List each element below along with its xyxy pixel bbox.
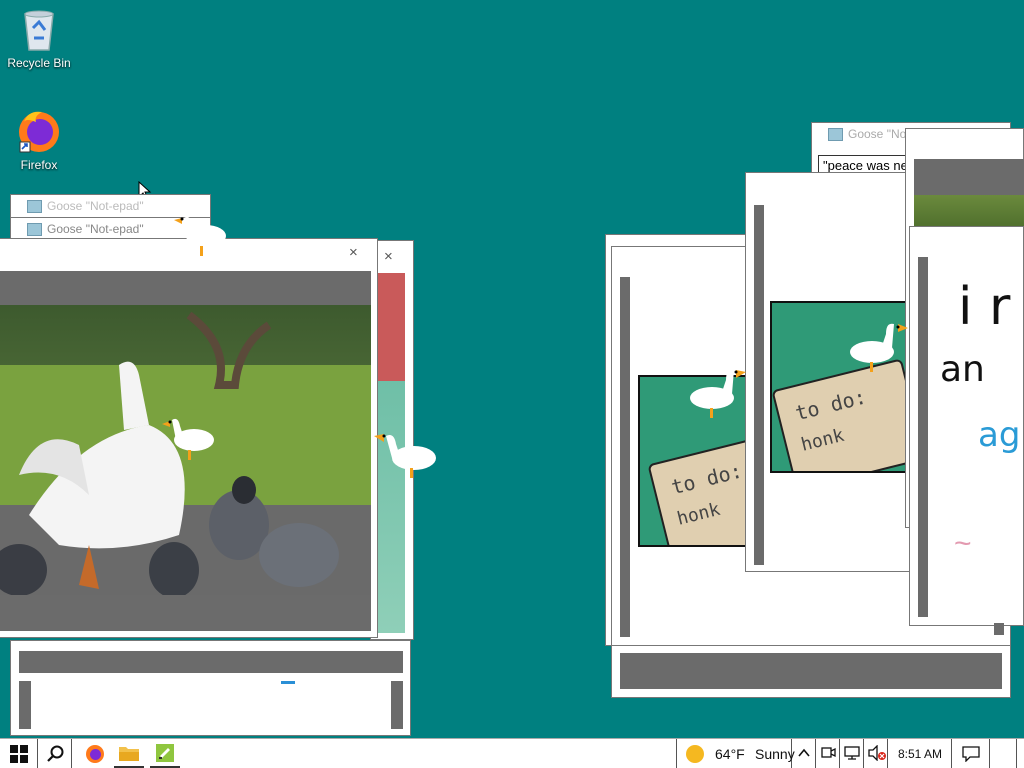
notepad-title-right: Goose "No: [848, 127, 907, 141]
notepad-title: Goose "Not-epad": [47, 222, 144, 236]
notepad-icon: [27, 200, 42, 213]
recycle-bin-label: Recycle Bin: [7, 56, 71, 70]
firefox-label: Firefox: [20, 158, 58, 172]
window-scroll-left: [19, 681, 31, 729]
todo-note-title: to do:: [792, 384, 869, 426]
stacked-window-bottom[interactable]: [10, 640, 411, 736]
goose-sprite[interactable]: [170, 210, 230, 262]
todo-note-title: to do:: [668, 458, 745, 500]
window-scroll-right: [994, 623, 1004, 635]
drawing-squiggle: ~: [954, 527, 972, 560]
window-gray-bar: [19, 651, 403, 673]
sun-icon: [686, 745, 704, 763]
taskbar: 64°F Sunny 8:51 AM: [0, 738, 1024, 768]
weather-widget[interactable]: 64°F Sunny: [676, 739, 795, 768]
window-gray-bar: [914, 159, 1024, 195]
weather-temp: 64°F: [715, 746, 745, 762]
goose-sprite[interactable]: [158, 412, 218, 464]
notepad-icon: [27, 223, 42, 236]
firefox-icon: [86, 745, 104, 763]
volume-muted-icon: [868, 745, 886, 761]
chevron-up-icon: [798, 748, 810, 757]
network-icon: [844, 746, 860, 760]
show-hidden-icons-button[interactable]: [792, 739, 816, 768]
notepad-title-back: Goose "Not-epad": [47, 199, 144, 213]
notification-icon: [962, 746, 980, 762]
firefox-icon: [19, 111, 59, 153]
goose-app-icon: [156, 744, 174, 762]
desktop-icon-recycle-bin[interactable]: Recycle Bin: [4, 8, 74, 70]
search-icon: [47, 745, 64, 762]
window-gray-bar: [620, 653, 1002, 689]
meet-now-icon: [821, 747, 836, 758]
goose-sprite[interactable]: [370, 428, 440, 484]
network-button[interactable]: [840, 739, 864, 768]
desktop-icon-firefox[interactable]: Firefox: [4, 108, 74, 172]
window-scroll-left: [918, 257, 928, 617]
clock[interactable]: 8:51 AM: [888, 739, 952, 768]
windows-logo-icon: [10, 745, 28, 763]
stacked-window-right-bottom[interactable]: [611, 640, 1011, 698]
drawing-window[interactable]: i r an ag ~: [909, 226, 1024, 635]
search-button[interactable]: [38, 739, 72, 768]
window-scroll-right: [391, 681, 403, 729]
notepad-icon: [828, 128, 843, 141]
blue-stroke: [281, 681, 295, 684]
drawing-text-line1: i r: [958, 277, 1011, 337]
weather-condition: Sunny: [755, 746, 795, 762]
todo-note-item: honk: [675, 498, 723, 530]
close-icon[interactable]: ×: [384, 248, 393, 265]
drawing-text-line3: ag: [978, 415, 1021, 455]
drawing-text-line2: an: [940, 349, 985, 390]
window-image-strip: [914, 195, 1024, 229]
recycle-bin-icon: [24, 10, 54, 51]
taskbar-file-explorer[interactable]: [114, 739, 144, 768]
start-button[interactable]: [0, 739, 38, 768]
window-scroll-left: [620, 277, 630, 637]
taskbar-firefox[interactable]: [80, 739, 110, 768]
close-icon[interactable]: ×: [349, 244, 358, 261]
window-scroll-left: [754, 205, 764, 565]
folder-icon: [119, 747, 139, 761]
goose-sprite[interactable]: [846, 318, 912, 378]
todo-note-item: honk: [799, 424, 847, 456]
meet-now-button[interactable]: [816, 739, 840, 768]
notepad-text: "peace was ne: [823, 158, 908, 173]
show-desktop-button[interactable]: [1016, 739, 1024, 768]
taskbar-goose-app[interactable]: [150, 739, 180, 768]
clock-time: 8:51 AM: [898, 747, 943, 761]
volume-button[interactable]: [864, 739, 888, 768]
goose-sprite[interactable]: [686, 364, 752, 424]
notifications-button[interactable]: [952, 739, 990, 768]
